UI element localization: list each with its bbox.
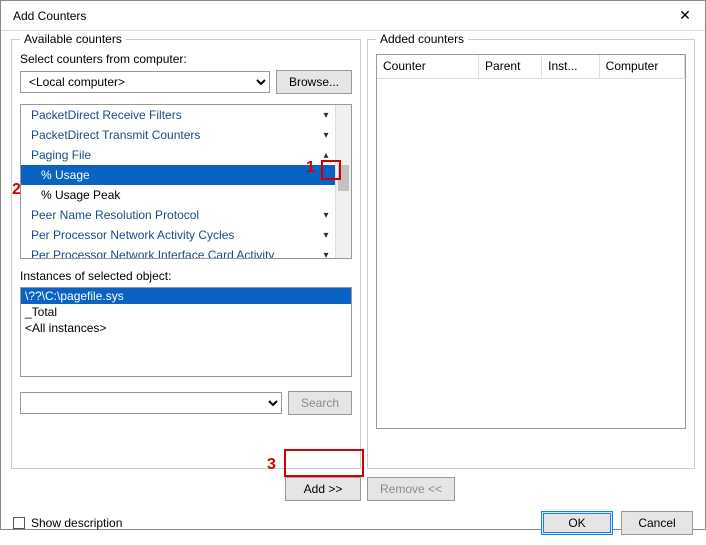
counter-item[interactable]: Per Processor Network Interface Card Act… [21, 245, 335, 258]
bottom-bar: Show description OK Cancel [1, 501, 705, 545]
close-icon[interactable]: ✕ [673, 7, 697, 24]
col-parent[interactable]: Parent [479, 55, 542, 78]
added-counters-title: Added counters [376, 32, 468, 46]
browse-button[interactable]: Browse... [276, 70, 352, 94]
col-inst[interactable]: Inst... [542, 55, 600, 78]
remove-button[interactable]: Remove << [367, 477, 455, 501]
add-button[interactable]: Add >> [285, 477, 361, 501]
added-counters-table[interactable]: Counter Parent Inst... Computer [376, 54, 686, 429]
instance-item[interactable]: \??\C:\pagefile.sys [21, 288, 351, 304]
instance-item[interactable]: _Total [21, 304, 351, 320]
counter-item[interactable]: Per Processor Network Activity Cycles▾ [21, 225, 335, 245]
col-counter[interactable]: Counter [377, 55, 479, 78]
chevron-down-icon[interactable]: ▾ [317, 130, 335, 141]
chevron-down-icon[interactable]: ▾ [317, 250, 335, 259]
chevron-down-icon[interactable]: ▾ [317, 110, 335, 121]
scrollbar-thumb[interactable] [338, 165, 349, 191]
added-counters-group: Added counters Counter Parent Inst... Co… [367, 39, 695, 469]
computer-select[interactable]: <Local computer> [20, 71, 270, 93]
show-description-label: Show description [31, 516, 122, 530]
chevron-down-icon[interactable]: ▾ [317, 210, 335, 221]
window-title: Add Counters [9, 9, 673, 23]
chevron-up-icon[interactable]: ▴ [317, 150, 335, 161]
cancel-button[interactable]: Cancel [621, 511, 693, 535]
search-input[interactable] [20, 392, 282, 414]
col-comp[interactable]: Computer [600, 55, 685, 78]
counter-item-usage-peak[interactable]: % Usage Peak [21, 185, 335, 205]
search-button[interactable]: Search [288, 391, 352, 415]
instances-list[interactable]: \??\C:\pagefile.sys _Total <All instance… [20, 287, 352, 377]
scrollbar[interactable] [335, 105, 351, 258]
table-header: Counter Parent Inst... Computer [377, 55, 685, 79]
counter-list[interactable]: PacketDirect Receive Filters▾ PacketDire… [20, 104, 352, 259]
show-description-checkbox[interactable]: Show description [13, 516, 122, 530]
instance-item[interactable]: <All instances> [21, 320, 351, 336]
instances-label: Instances of selected object: [20, 269, 352, 283]
counter-item[interactable]: Peer Name Resolution Protocol▾ [21, 205, 335, 225]
ok-button[interactable]: OK [541, 511, 613, 535]
counter-item[interactable]: PacketDirect Transmit Counters▾ [21, 125, 335, 145]
counter-item[interactable]: PacketDirect Receive Filters▾ [21, 105, 335, 125]
counter-item-paging-file[interactable]: Paging File▴ [21, 145, 335, 165]
counter-item-usage[interactable]: % Usage [21, 165, 335, 185]
titlebar: Add Counters ✕ [1, 1, 705, 31]
available-counters-group: Available counters Select counters from … [11, 39, 361, 469]
checkbox-icon[interactable] [13, 517, 25, 529]
chevron-down-icon[interactable]: ▾ [317, 230, 335, 241]
available-counters-title: Available counters [20, 32, 126, 46]
select-from-label: Select counters from computer: [20, 52, 352, 66]
